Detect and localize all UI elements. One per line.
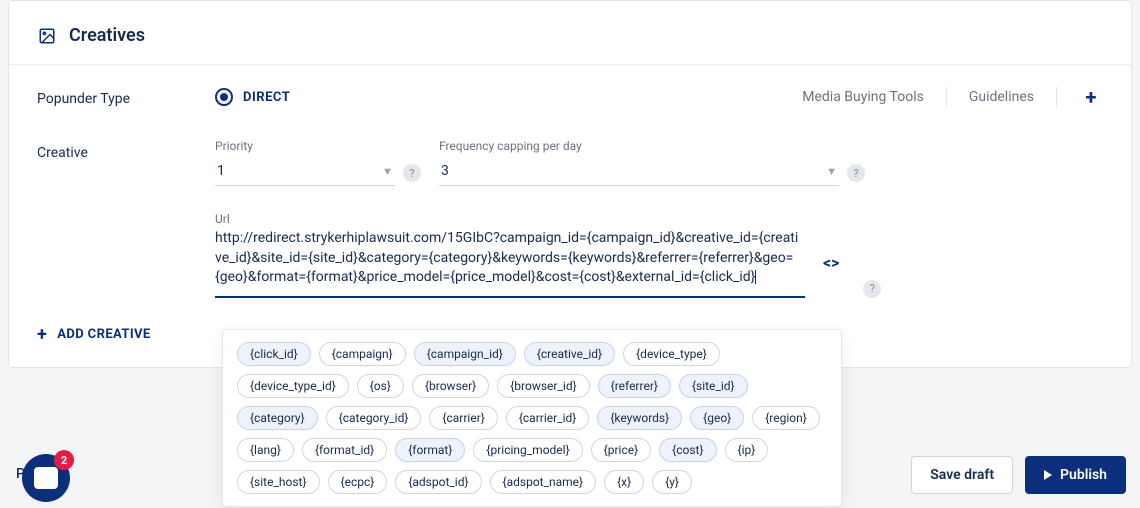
url-macro-dropdown: {click_id} {campaign} {campaign_id} {creati… [222,329,842,507]
macro-tag[interactable]: {campaign_id} [414,342,516,366]
divider [946,87,947,107]
text-cursor [755,270,756,284]
macro-tag[interactable]: {format_id} [302,438,387,462]
creatives-card: Creatives Popunder Type DIRECT Media Buy… [8,0,1132,368]
macro-tag[interactable]: {device_type_id} [237,374,349,398]
guidelines-link[interactable]: Guidelines [969,89,1034,105]
url-label: Url [215,212,230,226]
header-right-links: Media Buying Tools Guidelines + [802,85,1103,109]
macro-tag[interactable]: {lang} [237,438,294,462]
code-icon[interactable]: < > [823,253,837,272]
macro-tag[interactable]: {category} [237,406,318,430]
creative-label: Creative [37,139,215,161]
macro-tag[interactable]: {y} [652,470,692,494]
creative-row: Creative Priority 1 ▼ ? Frequency cappin [9,109,1131,298]
macro-tag[interactable]: {cost} [659,438,716,462]
priority-select[interactable]: 1 ▼ [215,159,395,186]
freq-label: Frequency capping per day [439,139,839,153]
divider [1056,87,1057,107]
card-title: Creatives [69,25,145,46]
macro-tag[interactable]: {device_type} [623,342,720,366]
card-header: Creatives [9,1,1131,64]
popunder-direct-radio[interactable]: DIRECT [215,88,290,106]
macro-tag[interactable]: {ecpc} [328,470,388,494]
add-popunder-button[interactable]: + [1079,85,1103,109]
macro-tag[interactable]: {ip} [725,438,769,462]
macro-tag[interactable]: {site_id} [679,374,748,398]
chevron-down-icon: ▼ [826,165,837,178]
chat-badge: 2 [54,450,74,470]
macro-tag[interactable]: {adspot_name} [490,470,597,494]
macro-tag[interactable]: {adspot_id} [395,470,481,494]
url-help-icon[interactable]: ? [863,280,881,298]
macro-tag[interactable]: {pricing_model} [473,438,582,462]
footer-actions: Save draft Publish [911,456,1126,494]
popunder-direct-label: DIRECT [243,90,290,105]
media-buying-link[interactable]: Media Buying Tools [802,89,924,105]
macro-tag[interactable]: {region} [752,406,820,430]
macro-tag[interactable]: {referrer} [598,374,671,398]
macro-tag[interactable]: {creative_id} [524,342,615,366]
chevron-down-icon: ▼ [382,165,393,178]
popunder-row: Popunder Type DIRECT Media Buying Tools … [9,65,1131,109]
freq-help-icon[interactable]: ? [847,164,865,182]
chat-widget[interactable]: 2 [22,454,70,502]
play-icon [1044,470,1052,480]
macro-tag[interactable]: {browser_id} [497,374,589,398]
macro-tag[interactable]: {site_host} [237,470,320,494]
image-icon [37,26,57,46]
macro-tag[interactable]: {os} [357,374,404,398]
freq-select[interactable]: 3 ▼ [439,159,839,186]
macro-tag[interactable]: {click_id} [237,342,311,366]
priority-help-icon[interactable]: ? [403,164,421,182]
popunder-label: Popunder Type [37,85,215,107]
macro-tag[interactable]: {keywords} [597,406,682,430]
publish-button[interactable]: Publish [1025,456,1126,494]
macro-tag[interactable]: {price} [591,438,652,462]
radio-dot-icon [215,88,233,106]
priority-value: 1 [217,163,225,179]
macro-tag[interactable]: {category_id} [326,406,422,430]
priority-label: Priority [215,139,395,153]
plus-icon: + [37,324,47,345]
add-creative-label: ADD CREATIVE [57,327,150,342]
macro-tag[interactable]: {geo} [690,406,744,430]
freq-value: 3 [441,163,449,179]
url-input[interactable]: http://redirect.strykerhiplawsuit.com/15… [215,227,805,298]
macro-tag[interactable]: {campaign} [319,342,406,366]
macro-tag[interactable]: {carrier_id} [506,406,590,430]
chat-icon [34,467,58,489]
macro-tag[interactable]: {format} [395,438,465,462]
save-draft-button[interactable]: Save draft [911,456,1013,494]
macro-tag[interactable]: {browser} [412,374,489,398]
macro-tag[interactable]: {carrier} [429,406,497,430]
macro-tag[interactable]: {x} [604,470,644,494]
